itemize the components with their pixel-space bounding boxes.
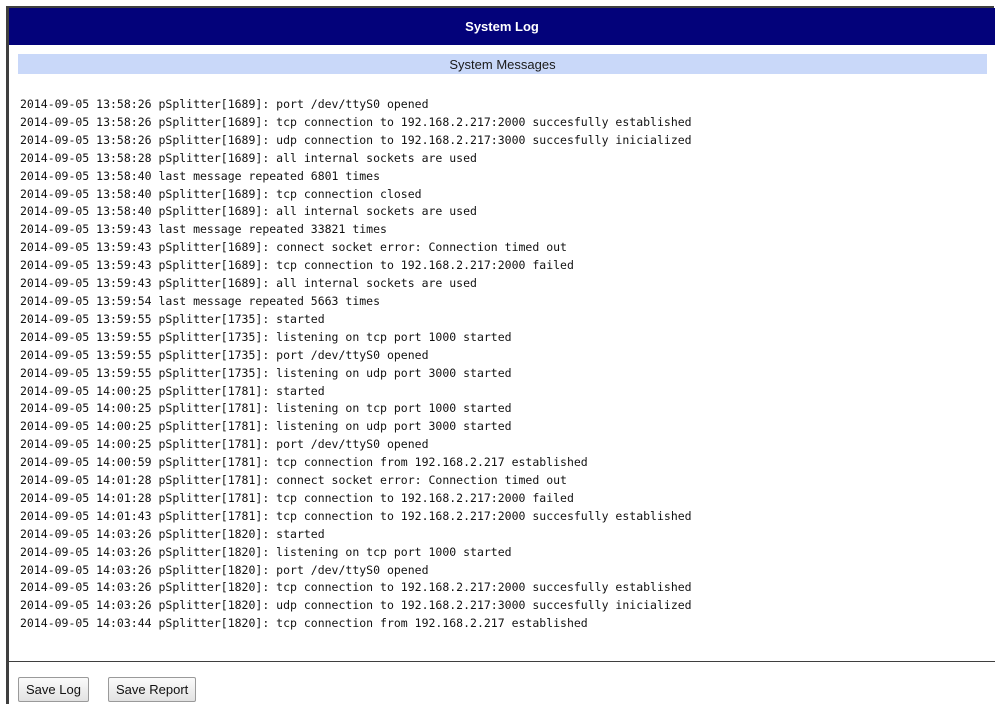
log-panel[interactable]: 2014-09-05 13:58:26 pSplitter[1689]: por…	[12, 84, 995, 660]
log-line: 2014-09-05 13:58:26 pSplitter[1689]: udp…	[20, 132, 692, 147]
log-line: 2014-09-05 13:59:55 pSplitter[1735]: por…	[20, 347, 429, 362]
log-line: 2014-09-05 13:59:43 pSplitter[1689]: con…	[20, 240, 567, 255]
log-line: 2014-09-05 13:59:43 last message repeate…	[20, 222, 387, 237]
section-header: System Messages	[18, 54, 987, 74]
log-line: 2014-09-05 14:03:26 pSplitter[1820]: sta…	[20, 526, 325, 541]
log-line: 2014-09-05 13:59:43 pSplitter[1689]: tcp…	[20, 258, 574, 273]
log-line: 2014-09-05 13:58:26 pSplitter[1689]: tcp…	[20, 114, 692, 129]
window-title-bar: System Log	[9, 8, 995, 45]
save-report-button[interactable]: Save Report	[108, 677, 197, 702]
log-line: 2014-09-05 14:00:25 pSplitter[1781]: lis…	[20, 401, 512, 416]
log-line: 2014-09-05 13:59:55 pSplitter[1735]: sta…	[20, 311, 325, 326]
log-line: 2014-09-05 14:01:43 pSplitter[1781]: tcp…	[20, 508, 692, 523]
log-line: 2014-09-05 14:03:44 pSplitter[1820]: tcp…	[20, 616, 588, 631]
log-line: 2014-09-05 14:03:26 pSplitter[1820]: tcp…	[20, 580, 692, 595]
log-line: 2014-09-05 14:01:28 pSplitter[1781]: tcp…	[20, 490, 574, 505]
log-line: 2014-09-05 13:59:54 last message repeate…	[20, 293, 381, 308]
section-title: System Messages	[449, 56, 556, 72]
footer-divider	[9, 661, 995, 662]
log-line: 2014-09-05 13:59:55 pSplitter[1735]: lis…	[20, 329, 512, 344]
save-log-button[interactable]: Save Log	[18, 677, 89, 702]
window-title: System Log	[465, 19, 539, 34]
log-line: 2014-09-05 14:00:25 pSplitter[1781]: sta…	[20, 383, 325, 398]
log-line: 2014-09-05 14:00:59 pSplitter[1781]: tcp…	[20, 455, 588, 470]
log-line: 2014-09-05 14:00:25 pSplitter[1781]: lis…	[20, 419, 512, 434]
log-line: 2014-09-05 14:03:26 pSplitter[1820]: por…	[20, 562, 429, 577]
log-text: 2014-09-05 13:58:26 pSplitter[1689]: por…	[12, 84, 995, 633]
log-line: 2014-09-05 13:58:40 pSplitter[1689]: tcp…	[20, 186, 422, 201]
log-line: 2014-09-05 14:03:26 pSplitter[1820]: udp…	[20, 598, 692, 613]
log-line: 2014-09-05 14:01:28 pSplitter[1781]: con…	[20, 473, 567, 488]
log-line: 2014-09-05 13:58:26 pSplitter[1689]: por…	[20, 97, 429, 111]
log-line: 2014-09-05 13:59:43 pSplitter[1689]: all…	[20, 276, 477, 291]
log-line: 2014-09-05 14:00:25 pSplitter[1781]: por…	[20, 437, 429, 452]
log-line: 2014-09-05 14:03:26 pSplitter[1820]: lis…	[20, 544, 512, 559]
log-line: 2014-09-05 13:58:28 pSplitter[1689]: all…	[20, 150, 477, 165]
log-line: 2014-09-05 13:58:40 pSplitter[1689]: all…	[20, 204, 477, 219]
log-line: 2014-09-05 13:58:40 last message repeate…	[20, 168, 381, 183]
log-line: 2014-09-05 13:59:55 pSplitter[1735]: lis…	[20, 365, 512, 380]
